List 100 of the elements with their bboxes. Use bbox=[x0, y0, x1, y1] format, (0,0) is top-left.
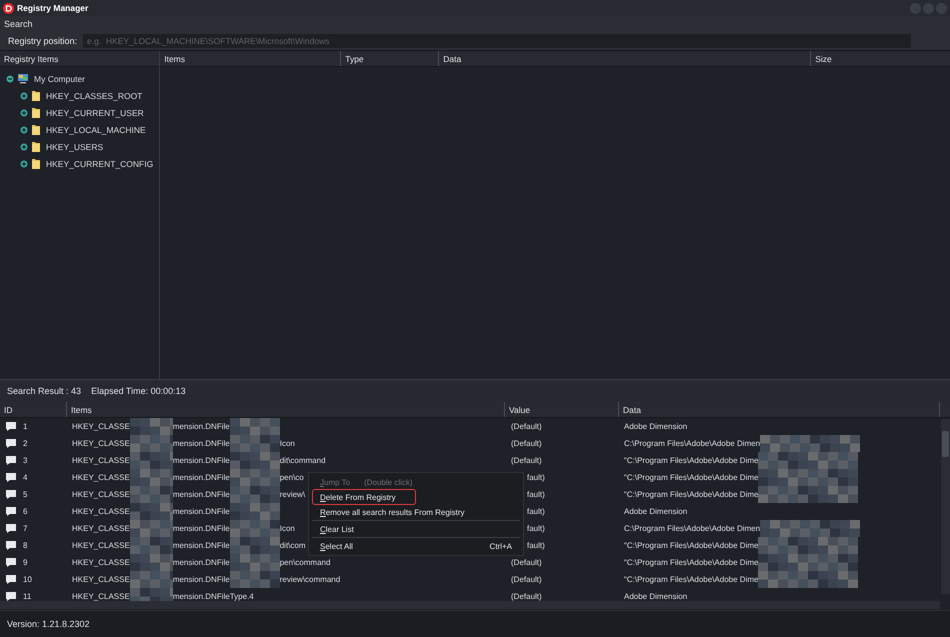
pixelated-block bbox=[130, 469, 173, 486]
table-cell: review\ bbox=[280, 490, 306, 499]
tree-item[interactable]: HKEY_CURRENT_CONFIG bbox=[46, 158, 154, 168]
table-cell: pen\co bbox=[280, 473, 304, 482]
pixelated-block bbox=[130, 418, 173, 435]
folder-icon bbox=[31, 158, 41, 170]
table-cell: "C:\Program Files\Adobe\Adobe Dime bbox=[624, 456, 758, 465]
table-cell: Adobe Dimension bbox=[624, 592, 688, 601]
document-icon bbox=[5, 540, 17, 551]
context-menu-item[interactable]: Select All Ctrl+A bbox=[312, 539, 520, 553]
document-icon bbox=[5, 489, 17, 500]
table-cell: HKEY_CLASSE bbox=[72, 524, 130, 533]
menu-item[interactable]: Search bbox=[4, 18, 33, 28]
table-cell: mension.DNFile bbox=[172, 575, 230, 584]
table-cell: HKEY_CLASSE bbox=[72, 473, 130, 482]
table-cell: review\command bbox=[280, 575, 340, 584]
row-id: 10 bbox=[23, 575, 32, 584]
column-header[interactable]: Size bbox=[815, 54, 832, 64]
tree-item[interactable]: HKEY_LOCAL_MACHINE bbox=[46, 124, 146, 134]
pixelated-block bbox=[230, 503, 280, 520]
context-menu-item[interactable]: Delete From Registry bbox=[312, 489, 416, 505]
column-header[interactable]: Data bbox=[623, 404, 641, 414]
table-cell: (Default) bbox=[511, 592, 542, 601]
table-cell: mension.DNFile bbox=[172, 541, 230, 550]
pixelated-block bbox=[130, 537, 173, 554]
context-menu-item[interactable]: Clear List bbox=[312, 522, 520, 536]
table-cell: fault) bbox=[527, 541, 545, 550]
horizontal-scrollbar[interactable] bbox=[0, 601, 940, 609]
table-cell: Icon bbox=[280, 524, 295, 533]
expand-icon[interactable] bbox=[20, 126, 28, 134]
version-text: Version: 1.21.8.2302 bbox=[7, 619, 90, 629]
table-cell: HKEY_CLASSE bbox=[72, 490, 130, 499]
table-cell: mension.DNFile bbox=[172, 439, 230, 448]
row-id: 9 bbox=[23, 558, 28, 567]
column-header[interactable]: ID bbox=[4, 404, 12, 414]
pixelated-block bbox=[230, 554, 280, 571]
document-icon bbox=[5, 574, 17, 585]
table-cell: (Default) bbox=[511, 422, 542, 431]
column-header[interactable]: Items bbox=[164, 54, 185, 64]
table-cell: (Default) bbox=[511, 558, 542, 567]
expand-icon[interactable] bbox=[20, 142, 28, 150]
tree-item[interactable]: My Computer bbox=[34, 74, 86, 84]
folder-icon bbox=[31, 106, 41, 118]
column-header[interactable]: Value bbox=[509, 404, 530, 414]
tree-item[interactable]: HKEY_CURRENT_USER bbox=[46, 108, 144, 118]
table-cell: HKEY_CLASSE bbox=[72, 507, 130, 516]
position-field[interactable]: e.g. HKEY_LOCAL_MACHINE\SOFTWARE\Microsoft\Windows bbox=[83, 34, 912, 48]
window-title: Registry Manager bbox=[17, 3, 88, 13]
vertical-scrollbar[interactable] bbox=[941, 419, 950, 594]
document-icon bbox=[5, 438, 17, 449]
document-icon bbox=[5, 557, 17, 568]
collapse-icon[interactable] bbox=[6, 74, 14, 82]
pixelated-block bbox=[130, 571, 173, 588]
elapsed-time: Elapsed Time: 00:00:13 bbox=[91, 386, 186, 396]
panel-title: Registry Items bbox=[4, 54, 58, 64]
table-cell: fault) bbox=[527, 524, 545, 533]
row-id: 8 bbox=[23, 541, 28, 550]
expand-icon[interactable] bbox=[20, 160, 28, 168]
row-id: 11 bbox=[23, 592, 32, 601]
table-cell: mension.DNFile bbox=[172, 456, 230, 465]
context-menu-item[interactable]: Remove all search results From Registry bbox=[312, 505, 520, 519]
table-cell: dit\com bbox=[280, 541, 306, 550]
computer-icon bbox=[17, 73, 29, 84]
document-icon bbox=[5, 472, 17, 483]
table-cell: "C:\Program Files\Adobe\Adobe Dime bbox=[624, 490, 758, 499]
table-cell: dit\command bbox=[280, 456, 326, 465]
result-count: Search Result : 43 bbox=[7, 386, 82, 396]
table-cell: fault) bbox=[527, 473, 545, 482]
pixelated-block bbox=[230, 469, 280, 486]
table-cell: HKEY_CLASSE bbox=[72, 439, 130, 448]
table-cell: mension.DNFile bbox=[172, 558, 230, 567]
table-cell: HKEY_CLASSE bbox=[72, 422, 130, 431]
pixelated-block bbox=[130, 486, 173, 503]
column-header[interactable]: Type bbox=[345, 54, 364, 64]
pixelated-block bbox=[130, 452, 173, 469]
table-cell: (Default) bbox=[511, 575, 542, 584]
field-label: Registry position: bbox=[8, 36, 78, 46]
table-cell: (Default) bbox=[511, 439, 542, 448]
table-cell: "C:\Program Files\Adobe\Adobe Dime bbox=[624, 575, 758, 584]
tree-item[interactable]: HKEY_USERS bbox=[46, 142, 104, 152]
table-cell: mension.DNFile bbox=[172, 524, 230, 533]
column-header[interactable]: Items bbox=[71, 404, 92, 414]
document-icon bbox=[5, 591, 17, 601]
table-cell: (Default) bbox=[511, 456, 542, 465]
table-cell: HKEY_CLASSE bbox=[72, 592, 130, 601]
table-cell: C:\Program Files\Adobe\Adobe Dimen bbox=[624, 439, 760, 448]
pixelated-block bbox=[130, 503, 173, 520]
table-cell: Icon bbox=[280, 439, 295, 448]
table-cell: HKEY_CLASSE bbox=[72, 456, 130, 465]
column-header[interactable]: Data bbox=[443, 54, 462, 64]
document-icon bbox=[5, 506, 17, 517]
pixelated-block bbox=[130, 435, 173, 452]
table-cell: pen\command bbox=[280, 558, 330, 567]
row-id: 3 bbox=[23, 456, 28, 465]
table-cell: mension.DNFile bbox=[172, 473, 230, 482]
table-cell: mension.DNFile bbox=[172, 422, 230, 431]
expand-icon[interactable] bbox=[20, 108, 28, 116]
tree-item[interactable]: HKEY_CLASSES_ROOT bbox=[46, 90, 142, 100]
document-icon bbox=[5, 421, 17, 432]
expand-icon[interactable] bbox=[20, 92, 28, 100]
